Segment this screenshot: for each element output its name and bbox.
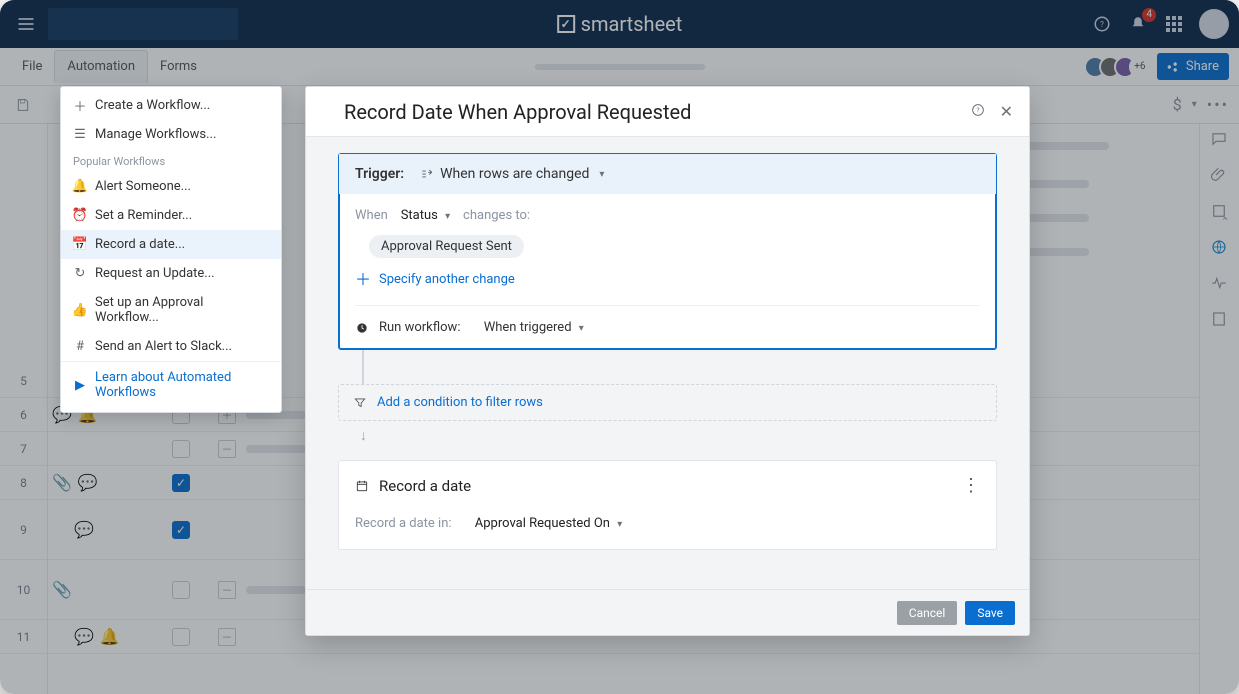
play-icon: ▶ (73, 378, 87, 392)
svg-text:?: ? (976, 106, 979, 114)
chevron-down-icon: ▾ (599, 169, 604, 180)
cancel-button[interactable]: Cancel (897, 601, 958, 625)
dd-request-update[interactable]: ↻ Request an Update... (61, 259, 281, 288)
when-field-select[interactable]: Status ▾ (401, 208, 454, 223)
action-title: Record a date (379, 477, 471, 495)
modal-footer: Cancel Save (306, 589, 1029, 635)
connector-line (362, 350, 364, 384)
dd-approval-workflow[interactable]: 👍 Set up an Approval Workflow... (61, 288, 281, 332)
changes-to-label: changes to: (463, 208, 530, 223)
trigger-value-chip[interactable]: Approval Request Sent (369, 235, 524, 258)
dd-create-workflow[interactable]: ＋ Create a Workflow... (61, 91, 281, 120)
clock-icon (355, 321, 369, 335)
dd-set-reminder[interactable]: ⏰ Set a Reminder... (61, 201, 281, 230)
dd-slack-alert[interactable]: # Send an Alert to Slack... (61, 332, 281, 361)
filter-icon (353, 396, 367, 410)
run-workflow-select[interactable]: When triggered ▾ (484, 320, 584, 335)
manage-icon: ☰ (73, 128, 87, 142)
action-more-icon[interactable]: ⋮ (962, 475, 980, 496)
run-workflow-label: Run workflow: (379, 320, 460, 335)
modal-help-icon[interactable]: ? (970, 102, 986, 122)
chevron-down-icon: ▾ (579, 323, 584, 334)
record-in-label: Record a date in: (355, 516, 452, 531)
modal-close-icon[interactable]: ✕ (1000, 102, 1013, 122)
trigger-label: Trigger: (355, 166, 404, 182)
record-in-select[interactable]: Approval Requested On ▾ (475, 516, 623, 531)
thumbs-up-icon: 👍 (73, 303, 87, 317)
dd-section-label: Popular Workflows (61, 149, 281, 172)
trigger-card: Trigger: When rows are changed ▾ When St… (338, 153, 997, 350)
when-label: When (355, 208, 388, 223)
dd-alert-someone[interactable]: 🔔 Alert Someone... (61, 172, 281, 201)
specify-another-change[interactable]: ＋ Specify another change (355, 258, 980, 301)
dd-manage-workflows[interactable]: ☰ Manage Workflows... (61, 120, 281, 149)
refresh-icon: ↻ (73, 267, 87, 281)
arrow-down-icon: ↓ (360, 427, 997, 444)
add-condition[interactable]: Add a condition to filter rows (338, 384, 997, 421)
slack-icon: # (73, 340, 87, 354)
action-card: Record a date ⋮ Record a date in: Approv… (338, 460, 997, 550)
trigger-type-select[interactable]: When rows are changed ▾ (420, 166, 604, 182)
plus-icon: ＋ (73, 99, 87, 113)
plus-icon: ＋ (355, 273, 371, 287)
automation-dropdown: ＋ Create a Workflow... ☰ Manage Workflow… (60, 86, 282, 413)
modal-title: Record Date When Approval Requested (344, 100, 691, 124)
clock-icon: ⏰ (73, 209, 87, 223)
save-button[interactable]: Save (965, 601, 1015, 625)
dd-record-date[interactable]: 📅 Record a date... (61, 230, 281, 259)
chevron-down-icon: ▾ (617, 519, 622, 530)
modal-header: Record Date When Approval Requested ? ✕ (306, 87, 1029, 137)
calendar-icon (355, 479, 369, 493)
chevron-down-icon: ▾ (445, 211, 450, 222)
calendar-icon: 📅 (73, 238, 87, 252)
workflow-modal: Record Date When Approval Requested ? ✕ … (305, 86, 1030, 636)
bell-icon: 🔔 (73, 180, 87, 194)
dd-learn-link[interactable]: ▶ Learn about Automated Workflows (61, 361, 281, 408)
